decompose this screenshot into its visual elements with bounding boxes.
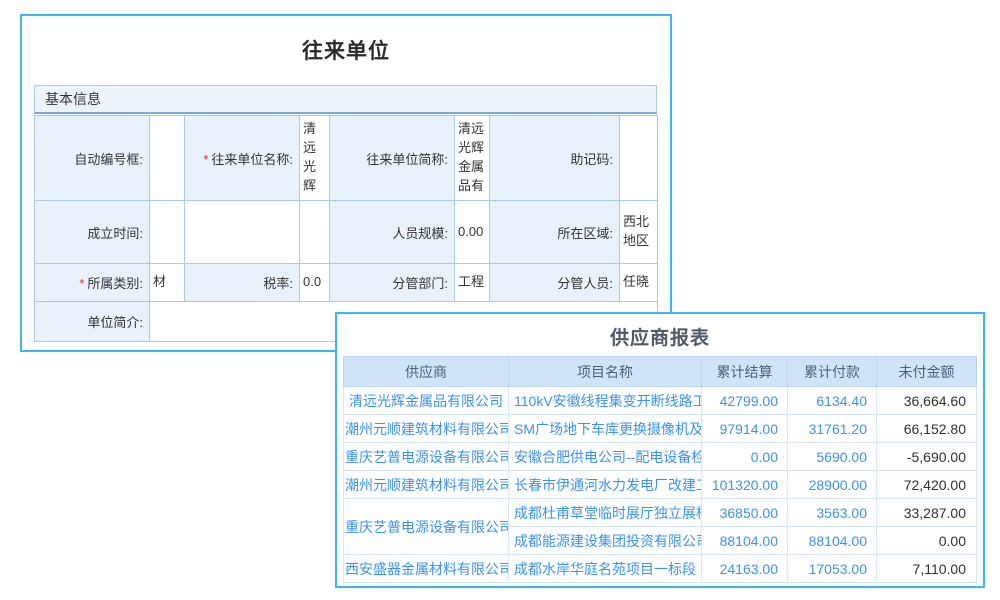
column-header-1: 项目名称 (509, 357, 702, 387)
project-cell[interactable]: 成都水岸华庭名苑项目一标段 (509, 555, 702, 583)
project-cell[interactable]: 长春市伊通河水力发电厂改建工程 (509, 471, 702, 499)
settled-cell: 97914.00 (702, 415, 788, 443)
label-auto-number: 自动编号框: (35, 116, 150, 201)
label-partner-abbr: 往来单位简称: (330, 116, 455, 201)
required-asterisk: * (79, 276, 84, 291)
project-cell[interactable]: 110kV安徽线程集变开断线路工程 (509, 387, 702, 415)
label-staff-scale: 人员规模: (330, 201, 455, 264)
supplier-cell[interactable]: 清远光辉金属品有限公司 (344, 387, 509, 415)
field-tax-rate[interactable]: 0.0 (300, 264, 330, 302)
field-empty-2[interactable] (300, 201, 330, 264)
settled-cell: 36850.00 (702, 499, 788, 527)
field-partner-abbr[interactable]: 清远光辉金属品有 (455, 116, 490, 201)
field-mnemonic-code[interactable] (620, 116, 658, 201)
unpaid-cell: 36,664.60 (877, 387, 977, 415)
column-header-3: 累计付款 (788, 357, 877, 387)
partner-form-panel: 往来单位 基本信息 自动编号框: *往来单位名称:清远光辉往来单位简称:清远光辉金… (20, 14, 672, 352)
report-row: 潮州元顺建筑材料有限公司长春市伊通河水力发电厂改建工程101320.002890… (344, 471, 977, 499)
field-partner-name[interactable]: 清远光辉 (300, 116, 330, 201)
unpaid-cell: 72,420.00 (877, 471, 977, 499)
column-header-4: 未付金额 (877, 357, 977, 387)
form-row: 成立时间: 人员规模:0.00所在区域:西北地区 (35, 201, 658, 264)
section-header-basic-info: 基本信息 (34, 85, 657, 114)
field-staff-scale[interactable]: 0.00 (455, 201, 490, 264)
supplier-cell[interactable]: 西安盛器金属材料有限公司 (344, 555, 509, 583)
column-header-2: 累计结算 (702, 357, 788, 387)
unpaid-cell: 33,287.00 (877, 499, 977, 527)
settled-cell: 0.00 (702, 443, 788, 471)
project-cell[interactable]: SM广场地下车库更换摄像机及硬盘 (509, 415, 702, 443)
report-row: 西安盛器金属材料有限公司成都水岸华庭名苑项目一标段24163.0017053.0… (344, 555, 977, 583)
supplier-cell[interactable]: 重庆艺普电源设备有限公司 (344, 499, 509, 555)
label-category: *所属类别: (35, 264, 150, 302)
field-region[interactable]: 西北地区 (620, 201, 658, 264)
label-region: 所在区域: (490, 201, 620, 264)
project-cell[interactable]: 安徽合肥供电公司--配电设备检修 (509, 443, 702, 471)
field-empty-1[interactable] (185, 201, 300, 264)
label-established-date: 成立时间: (35, 201, 150, 264)
supplier-cell[interactable]: 重庆艺普电源设备有限公司 (344, 443, 509, 471)
form-grid: 自动编号框:*往来单位名称:清远光辉往来单位简称:清远光辉金属品有助记码:成立时… (34, 115, 657, 342)
paid-cell: 28900.00 (788, 471, 877, 499)
settled-cell: 101320.00 (702, 471, 788, 499)
label-profile: 单位简介: (35, 302, 150, 342)
required-asterisk: * (203, 152, 208, 167)
field-category[interactable]: 材 (150, 264, 185, 302)
form-row: *所属类别:材税率:0.0分管部门:工程分管人员:任晓 (35, 264, 658, 302)
report-row: 清远光辉金属品有限公司110kV安徽线程集变开断线路工程42799.006134… (344, 387, 977, 415)
paid-cell: 31761.20 (788, 415, 877, 443)
report-table-container: 供应商项目名称累计结算累计付款未付金额清远光辉金属品有限公司110kV安徽线程集… (337, 356, 983, 583)
partner-form-table: 自动编号框:*往来单位名称:清远光辉往来单位简称:清远光辉金属品有助记码:成立时… (34, 115, 658, 342)
label-manager: 分管人员: (490, 264, 620, 302)
form-row: 自动编号框: *往来单位名称:清远光辉往来单位简称:清远光辉金属品有助记码: (35, 116, 658, 201)
report-row: 重庆艺普电源设备有限公司安徽合肥供电公司--配电设备检修0.005690.00-… (344, 443, 977, 471)
settled-cell: 42799.00 (702, 387, 788, 415)
report-row: 重庆艺普电源设备有限公司成都杜甫草堂临时展厅独立展柜36850.003563.0… (344, 499, 977, 527)
label-partner-name: *往来单位名称: (185, 116, 300, 201)
unpaid-cell: 66,152.80 (877, 415, 977, 443)
paid-cell: 17053.00 (788, 555, 877, 583)
label-mnemonic-code: 助记码: (490, 116, 620, 201)
paid-cell: 6134.40 (788, 387, 877, 415)
form-section: 基本信息 自动编号框: *往来单位名称:清远光辉往来单位简称:清远光辉金属品有助记… (34, 85, 657, 342)
unpaid-cell: -5,690.00 (877, 443, 977, 471)
label-department: 分管部门: (330, 264, 455, 302)
report-row: 潮州元顺建筑材料有限公司SM广场地下车库更换摄像机及硬盘97914.003176… (344, 415, 977, 443)
paid-cell: 5690.00 (788, 443, 877, 471)
supplier-cell[interactable]: 潮州元顺建筑材料有限公司 (344, 471, 509, 499)
field-manager[interactable]: 任晓 (620, 264, 658, 302)
paid-cell: 88104.00 (788, 527, 877, 555)
supplier-report-table: 供应商项目名称累计结算累计付款未付金额清远光辉金属品有限公司110kV安徽线程集… (343, 356, 977, 583)
column-header-0: 供应商 (344, 357, 509, 387)
form-title: 往来单位 (22, 16, 670, 84)
report-header-row: 供应商项目名称累计结算累计付款未付金额 (344, 357, 977, 387)
settled-cell: 88104.00 (702, 527, 788, 555)
paid-cell: 3563.00 (788, 499, 877, 527)
settled-cell: 24163.00 (702, 555, 788, 583)
field-established-date[interactable] (150, 201, 185, 264)
unpaid-cell: 7,110.00 (877, 555, 977, 583)
supplier-report-panel: 供应商报表 供应商项目名称累计结算累计付款未付金额清远光辉金属品有限公司110k… (335, 312, 985, 588)
unpaid-cell: 0.00 (877, 527, 977, 555)
project-cell[interactable]: 成都能源建设集团投资有限公司 (509, 527, 702, 555)
report-title: 供应商报表 (337, 314, 983, 356)
label-tax-rate: 税率: (185, 264, 300, 302)
supplier-cell[interactable]: 潮州元顺建筑材料有限公司 (344, 415, 509, 443)
field-department[interactable]: 工程 (455, 264, 490, 302)
project-cell[interactable]: 成都杜甫草堂临时展厅独立展柜 (509, 499, 702, 527)
field-auto-number[interactable] (150, 116, 185, 201)
